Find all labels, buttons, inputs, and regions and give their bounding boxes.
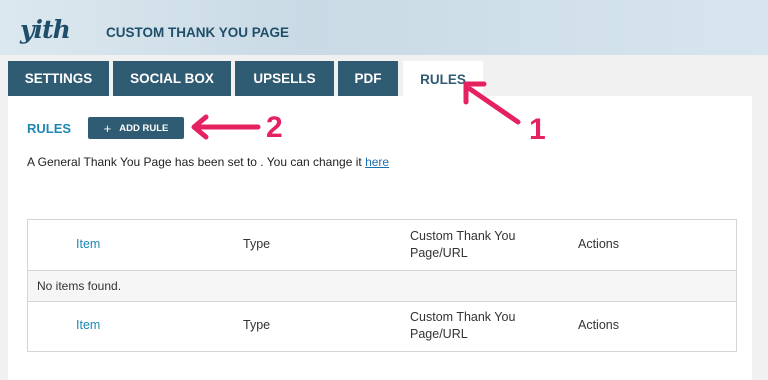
arrow-1-shaft [467,86,521,125]
annotation-arrows [191,81,521,140]
callout-number-1: 1 [529,113,546,146]
callout-number-2: 2 [266,111,283,144]
